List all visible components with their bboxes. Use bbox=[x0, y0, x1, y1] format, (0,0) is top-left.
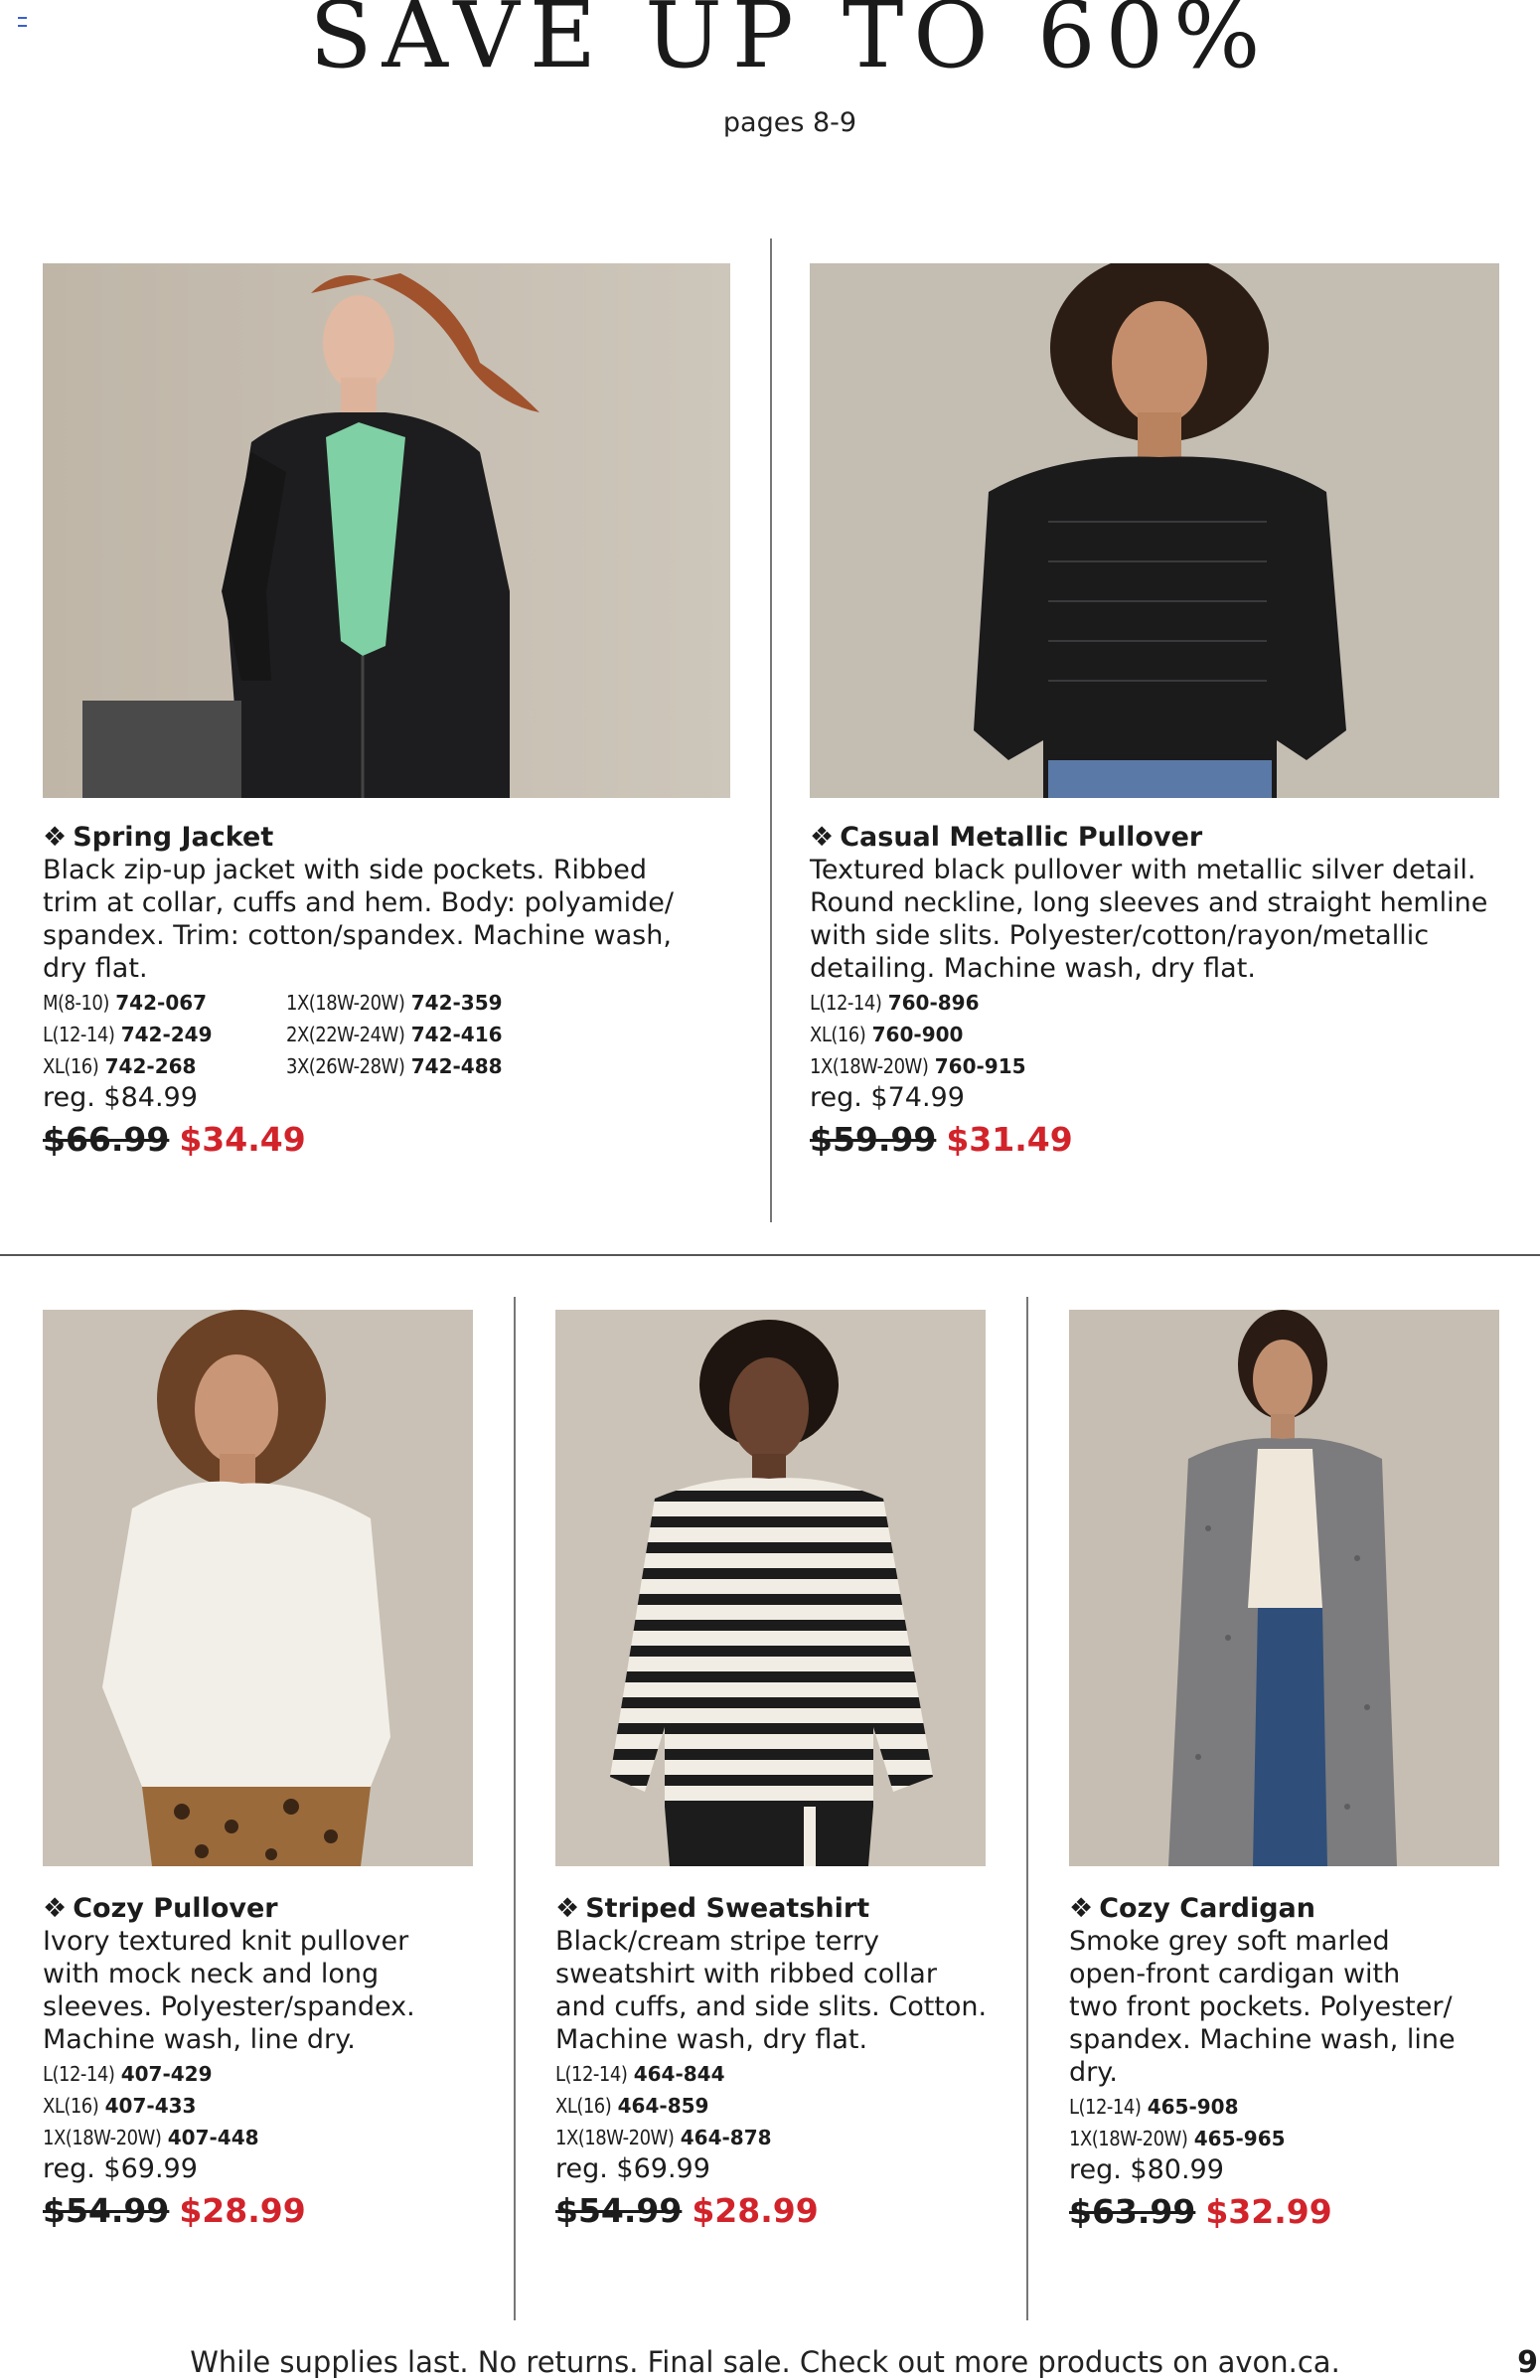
divider-horizontal bbox=[0, 1254, 1540, 1256]
regular-price: reg. $69.99 bbox=[555, 2153, 710, 2184]
diamond-bullet-icon: ❖ bbox=[43, 1893, 68, 1924]
regular-price: reg. $74.99 bbox=[810, 1082, 965, 1113]
pages-reference: pages 8-9 bbox=[722, 107, 857, 138]
product-spring-jacket: ❖ Spring Jacket Black zip-up jacket with … bbox=[43, 821, 718, 1162]
product-striped-sweatshirt: ❖ Striped Sweatshirt Black/cream stripe t… bbox=[555, 1892, 1012, 2233]
size-code-row: XL(16) 760-900 bbox=[810, 1023, 964, 1046]
divider-bottom-left bbox=[514, 1297, 516, 2320]
size-code-row: L(12-14) 465-908 bbox=[1069, 2095, 1239, 2119]
product-description: Black zip-up jacket with side pockets. R… bbox=[43, 855, 674, 984]
divider-top-vertical bbox=[770, 238, 772, 1222]
size-codes: L(12-14) 407-429 XL(16) 407-433 1X(18W-2… bbox=[43, 2058, 500, 2153]
regular-price: reg. $80.99 bbox=[1069, 2154, 1224, 2185]
product-description: Black/cream stripe terry sweatshirt with… bbox=[555, 1926, 988, 2055]
product-name[interactable]: ❖ Spring Jacket bbox=[43, 821, 718, 854]
page-headline: SAVE UP TO 60% bbox=[309, 0, 1271, 88]
size-code-row: L(12-14) 742-249 bbox=[43, 1023, 213, 1046]
size-code-row: 1X(18W-20W) 465-965 bbox=[1069, 2127, 1286, 2150]
product-description: Smoke grey soft marled open-front cardig… bbox=[1069, 1926, 1456, 2088]
size-code-row: 1X(18W-20W) 742-359 bbox=[286, 991, 503, 1015]
price-line: $54.99 $28.99 bbox=[555, 2189, 1012, 2233]
was-price: $54.99 bbox=[43, 2191, 170, 2230]
sale-price: $31.49 bbox=[946, 1120, 1073, 1159]
product-name[interactable]: ❖ Cozy Pullover bbox=[43, 1892, 500, 1925]
regular-price: reg. $84.99 bbox=[43, 1082, 198, 1113]
size-codes: L(12-14) 760-896 XL(16) 760-900 1X(18W-2… bbox=[810, 987, 1485, 1082]
product-photo-cozy-pullover[interactable] bbox=[43, 1310, 473, 1866]
size-code-row: 1X(18W-20W) 760-915 bbox=[810, 1054, 1026, 1078]
price-line: $54.99 $28.99 bbox=[43, 2189, 500, 2233]
size-code-row: L(12-14) 464-844 bbox=[555, 2062, 725, 2086]
regular-price: reg. $69.99 bbox=[43, 2153, 198, 2184]
was-price: $66.99 bbox=[43, 1120, 170, 1159]
sale-price: $32.99 bbox=[1205, 2192, 1332, 2231]
size-codes: L(12-14) 465-908 1X(18W-20W) 465-965 bbox=[1069, 2091, 1506, 2154]
product-cozy-cardigan: ❖ Cozy Cardigan Smoke grey soft marled op… bbox=[1069, 1892, 1506, 2234]
size-code-row: XL(16) 464-859 bbox=[555, 2094, 709, 2118]
product-photo-striped-sweatshirt[interactable] bbox=[555, 1310, 986, 1866]
size-code-row: L(12-14) 407-429 bbox=[43, 2062, 213, 2086]
product-description: Ivory textured knit pullover with mock n… bbox=[43, 1926, 415, 2055]
diamond-bullet-icon: ❖ bbox=[555, 1893, 580, 1924]
diamond-bullet-icon: ❖ bbox=[43, 822, 68, 853]
size-code-row: 1X(18W-20W) 407-448 bbox=[43, 2126, 259, 2149]
sale-price: $34.49 bbox=[179, 1120, 306, 1159]
size-codes: L(12-14) 464-844 XL(16) 464-859 1X(18W-2… bbox=[555, 2058, 1012, 2153]
was-price: $59.99 bbox=[810, 1120, 937, 1159]
price-line: $66.99 $34.49 bbox=[43, 1118, 718, 1162]
size-code-row: XL(16) 407-433 bbox=[43, 2094, 197, 2118]
product-photo-spring-jacket[interactable] bbox=[43, 263, 730, 798]
footer-note: While supplies last. No returns. Final s… bbox=[190, 2345, 1340, 2379]
product-photo-metallic-pullover[interactable] bbox=[810, 263, 1499, 798]
was-price: $63.99 bbox=[1069, 2192, 1196, 2231]
size-code-row: 3X(26W-28W) 742-488 bbox=[286, 1054, 503, 1078]
diamond-bullet-icon: ❖ bbox=[1069, 1893, 1094, 1924]
product-metallic-pullover: ❖ Casual Metallic Pullover Textured black… bbox=[810, 821, 1488, 1162]
product-description: Textured black pullover with metallic si… bbox=[810, 855, 1488, 984]
was-price: $54.99 bbox=[555, 2191, 683, 2230]
size-code-row: L(12-14) 760-896 bbox=[810, 991, 980, 1015]
sale-price: $28.99 bbox=[179, 2191, 306, 2230]
size-code-row: M(8-10) 742-067 bbox=[43, 991, 208, 1015]
product-name[interactable]: ❖ Striped Sweatshirt bbox=[555, 1892, 1012, 1925]
size-code-row: 1X(18W-20W) 464-878 bbox=[555, 2126, 772, 2149]
price-line: $63.99 $32.99 bbox=[1069, 2190, 1506, 2234]
product-name[interactable]: ❖ Casual Metallic Pullover bbox=[810, 821, 1485, 854]
sale-price: $28.99 bbox=[692, 2191, 819, 2230]
diamond-bullet-icon: ❖ bbox=[810, 822, 835, 853]
size-code-row: XL(16) 742-268 bbox=[43, 1054, 197, 1078]
size-code-row: 2X(22W-24W) 742-416 bbox=[286, 1023, 503, 1046]
size-codes: M(8-10) 742-067 L(12-14) 742-249 XL(16) … bbox=[43, 987, 718, 1082]
product-cozy-pullover: ❖ Cozy Pullover Ivory textured knit pullo… bbox=[43, 1892, 500, 2233]
product-name[interactable]: ❖ Cozy Cardigan bbox=[1069, 1892, 1506, 1925]
product-photo-cozy-cardigan[interactable] bbox=[1069, 1310, 1499, 1866]
page-number: 9 bbox=[1517, 2345, 1538, 2380]
price-line: $59.99 $31.49 bbox=[810, 1118, 1485, 1162]
divider-bottom-right bbox=[1026, 1297, 1028, 2320]
